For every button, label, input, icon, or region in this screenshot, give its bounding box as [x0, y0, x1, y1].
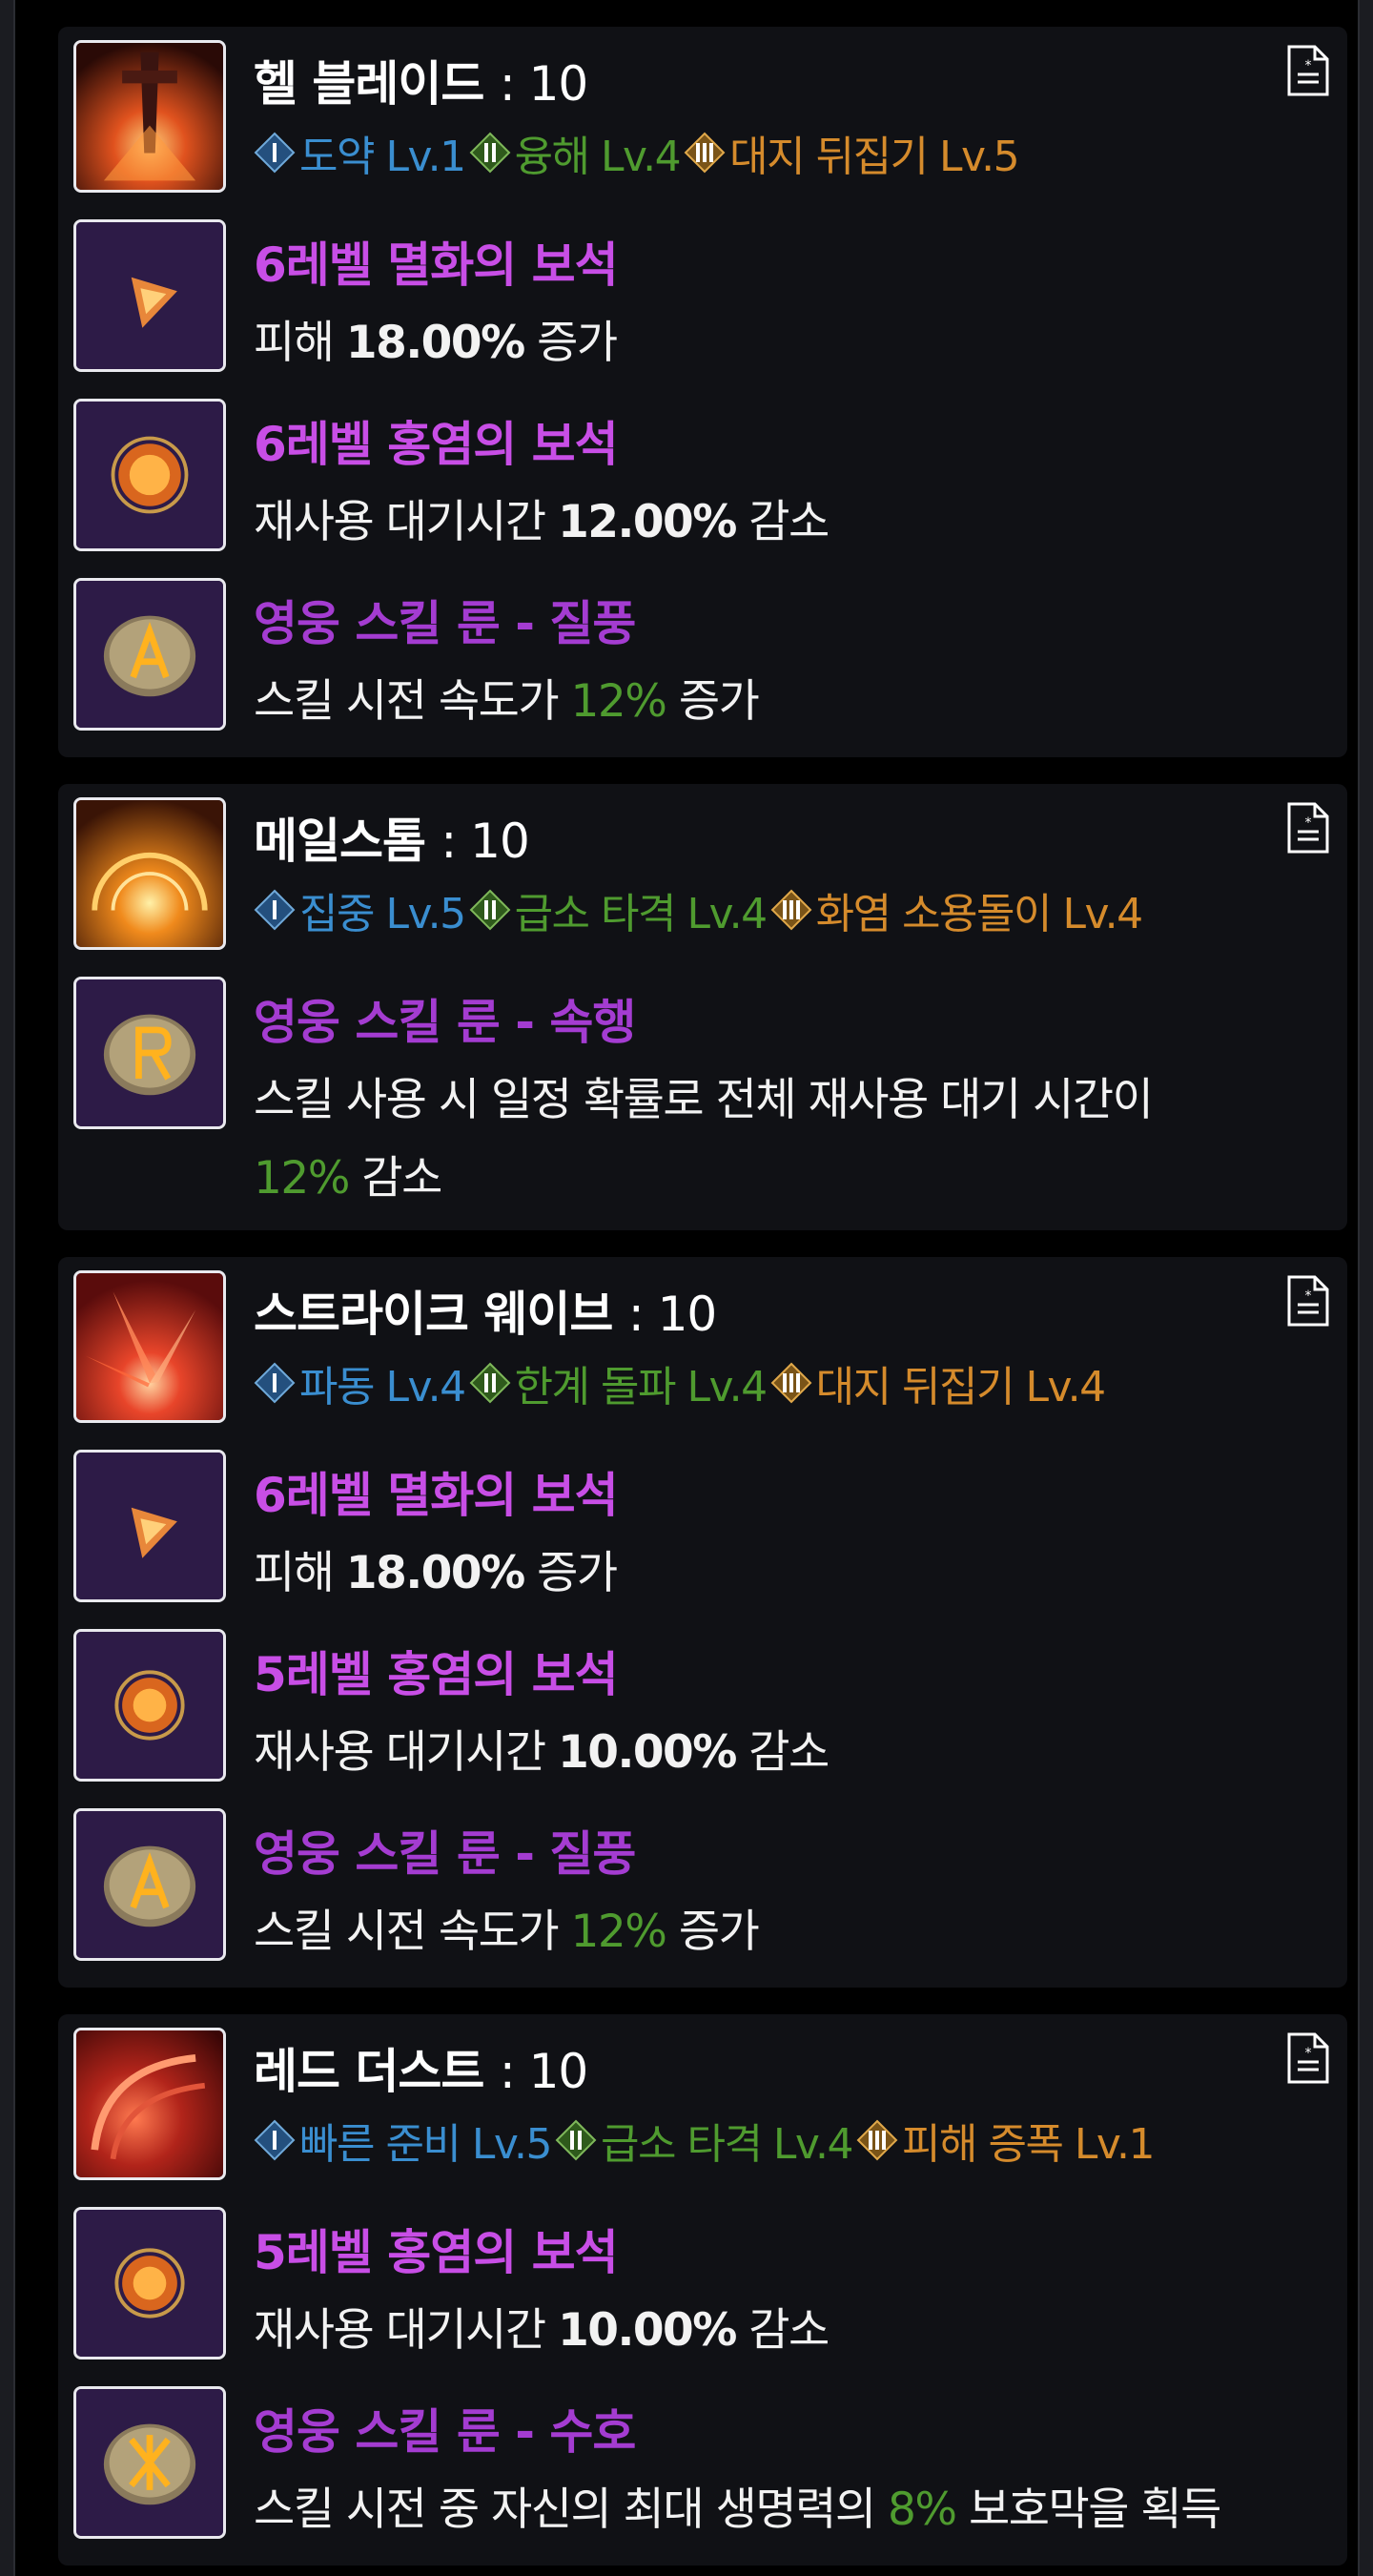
strike-wave-icon: [73, 1270, 226, 1423]
document-icon[interactable]: *: [1286, 801, 1330, 855]
tripod-tier-1: 도약 Lv.1: [254, 122, 466, 183]
skill-list-panel: 헬 블레이드 : 10 * 도약 Lv.1 융해 Lv.4 대지 뒤집기 Lv.…: [13, 0, 1360, 2576]
rune-effect-line: 스킬 사용 시 일정 확률로 전체 재사용 대기 시간이: [254, 1074, 1154, 1126]
tripod-tier-1: 빠른 준비 Lv.5: [254, 2110, 553, 2171]
gem-effect: 피해 18.00% 증가: [254, 1547, 618, 1599]
tripod-tier-3: 대지 뒤집기 Lv.4: [770, 1352, 1106, 1413]
tier-1-icon: [254, 132, 296, 174]
tier-3-icon: [770, 1362, 812, 1404]
tripod-list: 파동 Lv.4 한계 돌파 Lv.4 대지 뒤집기 Lv.4: [254, 1352, 1109, 1413]
tier-1-icon: [254, 1362, 296, 1404]
skill-card: 레드 더스트 : 10 * 빠른 준비 Lv.5 급소 타격 Lv.4 피해 증…: [58, 2014, 1347, 2566]
svg-text:*: *: [1305, 58, 1312, 73]
tier-2-icon: [469, 1362, 510, 1404]
tier-1-icon: [254, 2119, 296, 2161]
tier-3-icon: [770, 889, 812, 931]
crimson-gem-icon: [73, 1629, 226, 1782]
rune-name: 영웅 스킬 룬 - 수호: [254, 2404, 636, 2460]
tripod-tier-2: 융해 Lv.4: [469, 122, 682, 183]
gem-name: 6레벨 멸화의 보석: [254, 237, 619, 293]
crimson-gem-icon: [73, 399, 226, 551]
rune-name: 영웅 스킬 룬 - 속행: [254, 995, 636, 1050]
tier-1-icon: [254, 889, 296, 931]
tripod-tier-2: 급소 타격 Lv.4: [469, 879, 768, 940]
gem-effect: 재사용 대기시간 12.00% 감소: [254, 496, 830, 548]
tripod-tier-1: 파동 Lv.4: [254, 1352, 466, 1413]
rune-effect: 스킬 시전 속도가 12% 증가: [254, 675, 760, 728]
gem-effect: 재사용 대기시간 10.00% 감소: [254, 2304, 830, 2357]
rune-effect: 12% 감소: [254, 1152, 442, 1205]
tripod-tier-2: 한계 돌파 Lv.4: [469, 1352, 768, 1413]
guard-rune-icon: [73, 2386, 226, 2539]
rune-effect: 스킬 시전 중 자신의 최대 생명력의 8% 보호막을 획득: [254, 2483, 1221, 2536]
doom-gem-icon: [73, 219, 226, 372]
tier-2-icon: [555, 2119, 597, 2161]
tier-3-icon: [684, 132, 726, 174]
gem-effect: 재사용 대기시간 10.00% 감소: [254, 1726, 830, 1779]
tripod-tier-3: 화염 소용돌이 Lv.4: [770, 879, 1143, 940]
tripod-list: 빠른 준비 Lv.5 급소 타격 Lv.4 피해 증폭 Lv.1: [254, 2110, 1158, 2171]
svg-text:*: *: [1305, 815, 1312, 831]
skill-title: 레드 더스트 : 10: [254, 2044, 588, 2099]
skill-card: 메일스톰 : 10 * 집중 Lv.5 급소 타격 Lv.4 화염 소용돌이 L…: [58, 784, 1347, 1230]
rune-effect: 스킬 시전 속도가 12% 증가: [254, 1906, 760, 1958]
skill-card: 헬 블레이드 : 10 * 도약 Lv.1 융해 Lv.4 대지 뒤집기 Lv.…: [58, 27, 1347, 757]
gale-rune-icon: [73, 1808, 226, 1961]
tripod-tier-1: 집중 Lv.5: [254, 879, 466, 940]
document-icon[interactable]: *: [1286, 44, 1330, 97]
tripod-list: 집중 Lv.5 급소 타격 Lv.4 화염 소용돌이 Lv.4: [254, 879, 1146, 940]
doom-gem-icon: [73, 1450, 226, 1602]
tier-2-icon: [469, 132, 510, 174]
svg-text:*: *: [1305, 1288, 1312, 1304]
tier-3-icon: [856, 2119, 898, 2161]
skill-title: 스트라이크 웨이브 : 10: [254, 1287, 717, 1342]
crimson-gem-icon: [73, 2207, 226, 2360]
hell-blade-icon: [73, 40, 226, 193]
rune-name: 영웅 스킬 룬 - 질풍: [254, 596, 636, 651]
tripod-list: 도약 Lv.1 융해 Lv.4 대지 뒤집기 Lv.5: [254, 122, 1022, 183]
skill-title: 메일스톰 : 10: [254, 814, 530, 869]
gale-rune-icon: [73, 578, 226, 731]
maelstrom-icon: [73, 797, 226, 950]
svg-text:*: *: [1305, 2046, 1312, 2061]
haste-rune-icon: [73, 977, 226, 1129]
tripod-tier-3: 피해 증폭 Lv.1: [856, 2110, 1156, 2171]
gem-effect: 피해 18.00% 증가: [254, 317, 618, 369]
tripod-tier-2: 급소 타격 Lv.4: [555, 2110, 854, 2171]
gem-name: 6레벨 멸화의 보석: [254, 1468, 619, 1523]
tripod-tier-3: 대지 뒤집기 Lv.5: [684, 122, 1020, 183]
rune-name: 영웅 스킬 룬 - 질풍: [254, 1826, 636, 1882]
skill-title: 헬 블레이드 : 10: [254, 56, 588, 112]
gem-name: 5레벨 홍염의 보석: [254, 2225, 619, 2280]
document-icon[interactable]: *: [1286, 1274, 1330, 1328]
red-dust-icon: [73, 2028, 226, 2180]
tier-2-icon: [469, 889, 510, 931]
gem-name: 6레벨 홍염의 보석: [254, 417, 619, 472]
document-icon[interactable]: *: [1286, 2031, 1330, 2085]
gem-name: 5레벨 홍염의 보석: [254, 1647, 619, 1702]
skill-card: 스트라이크 웨이브 : 10 * 파동 Lv.4 한계 돌파 Lv.4 대지 뒤…: [58, 1257, 1347, 1988]
